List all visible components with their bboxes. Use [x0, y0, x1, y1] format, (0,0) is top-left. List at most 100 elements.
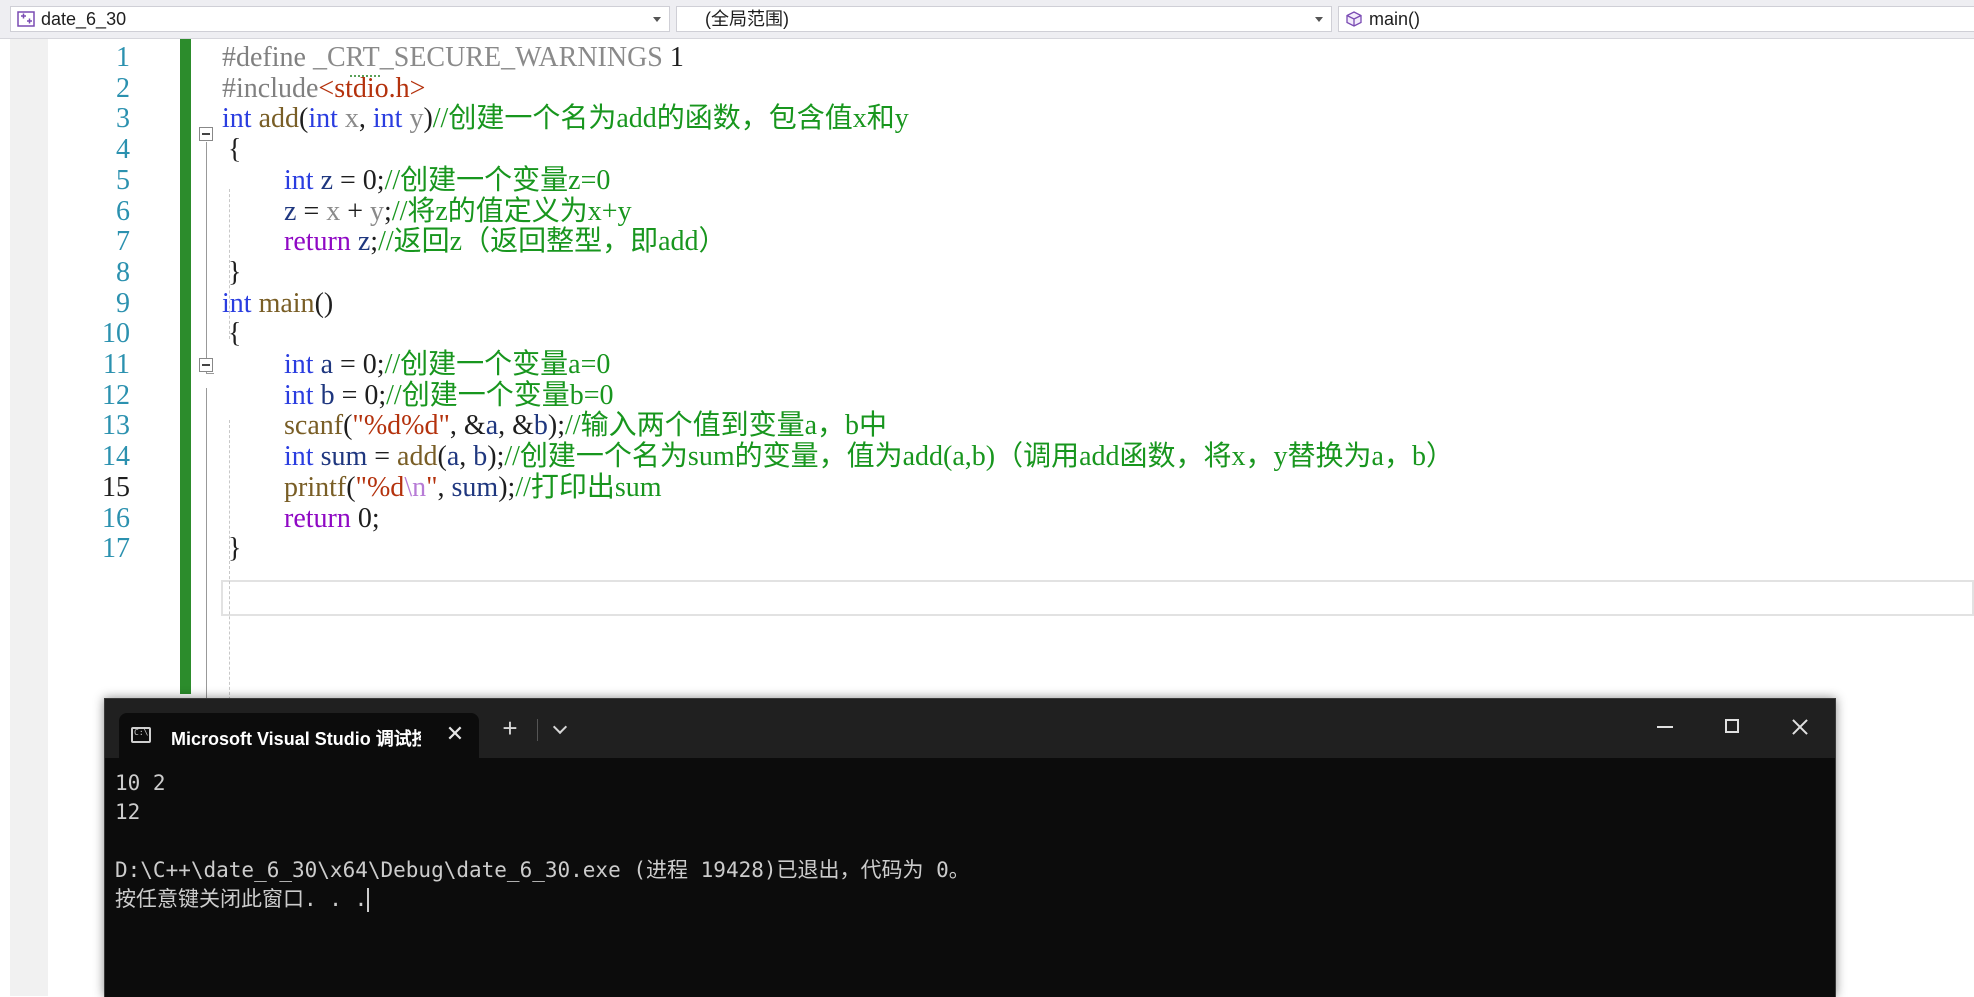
navigation-bar: date_6_30 (全局范围) main()	[0, 0, 1974, 39]
cube-icon	[1346, 11, 1362, 27]
code-token: int	[284, 379, 314, 411]
code-token: <stdio.h>	[318, 72, 426, 104]
code-token: z	[320, 164, 333, 196]
code-token: =	[367, 441, 398, 473]
code-token: b	[320, 379, 335, 411]
console-line: D:\C++\date_6_30\x64\Debug\date_6_30.exe…	[115, 856, 1825, 885]
code-token: , &	[449, 410, 486, 442]
code-token: (	[346, 471, 356, 503]
code-token: ,	[437, 471, 452, 503]
tab-title: Microsoft Visual Studio 调试控制台	[171, 729, 421, 749]
code-token: = 0;	[333, 164, 385, 196]
scope-dropdown[interactable]: (全局范围)	[676, 6, 1332, 32]
outline-bracket-end	[206, 373, 214, 374]
outline-bracket	[206, 142, 207, 374]
code-token: }	[228, 256, 242, 288]
code-token: );	[498, 471, 516, 503]
new-tab-button[interactable]: +	[495, 713, 525, 743]
text-cursor	[367, 888, 370, 912]
code-token: //返回z（返回整型，即add）	[378, 226, 727, 258]
code-token: \n	[404, 471, 427, 503]
code-line[interactable]: }	[228, 530, 241, 568]
indicator-margin[interactable]	[10, 39, 48, 996]
code-token: "%d%d"	[352, 410, 450, 442]
console-line: 12	[115, 798, 1825, 827]
code-token: = 0;	[333, 349, 385, 380]
code-token: z	[284, 195, 297, 227]
code-token: {	[228, 134, 242, 166]
debug-console-window[interactable]: Microsoft Visual Studio 调试控制台 ✕ + 10 2 12…	[104, 698, 1836, 997]
member-dropdown[interactable]: main()	[1338, 6, 1974, 32]
code-token: //创建一个变量b=0	[386, 379, 614, 411]
collapse-main-icon[interactable]	[199, 358, 213, 372]
code-token: 1	[662, 42, 684, 73]
code-token: =	[296, 195, 327, 227]
code-token: 0;	[350, 502, 380, 534]
code-token: ,	[459, 441, 474, 473]
code-token: z	[357, 226, 371, 258]
code-line[interactable]: return z;//返回z（返回整型，即add）	[284, 223, 727, 261]
code-token: ;	[370, 226, 379, 258]
maximize-button[interactable]	[1709, 709, 1755, 745]
close-window-button[interactable]	[1777, 709, 1823, 745]
outline-bracket	[206, 388, 207, 719]
code-token: //创建一个名为sum的变量，值为add(a,b)（调用add函数，将x，y替换…	[504, 441, 1454, 473]
tab-dropdown-icon[interactable]	[545, 713, 575, 743]
code-token: (	[343, 410, 353, 442]
code-token: ;	[384, 195, 392, 227]
code-token: , &	[498, 410, 534, 442]
scope-label: (全局范围)	[705, 9, 789, 29]
code-token: a	[320, 349, 333, 380]
change-tracking-bar	[180, 39, 191, 694]
code-token: //将z的值定义为x+y	[391, 195, 632, 227]
code-token: //创建一个变量z=0	[384, 164, 611, 196]
console-output[interactable]: 10 2 12 D:\C++\date_6_30\x64\Debug\date_6_…	[115, 769, 1825, 914]
collapse-add-icon[interactable]	[199, 127, 213, 141]
code-token: //创建一个变量a=0	[384, 349, 611, 380]
code-token: //创建一个名为add的函数，包含值x和y	[432, 103, 909, 135]
current-line-highlight	[221, 580, 1974, 616]
close-tab-icon[interactable]: ✕	[443, 722, 467, 746]
code-token: = 0;	[334, 379, 387, 411]
console-line: 按任意键关闭此窗口. . .	[115, 885, 1825, 914]
project-dropdown[interactable]: date_6_30	[10, 6, 670, 32]
console-text: 12	[115, 800, 141, 824]
code-line[interactable]: return 0;	[284, 500, 380, 538]
console-text: 按任意键关闭此窗口. . .	[115, 887, 368, 911]
code-token: int	[222, 287, 252, 319]
minimize-button[interactable]	[1641, 709, 1687, 745]
console-text: 10 2	[115, 771, 166, 795]
code-token: int	[308, 103, 338, 135]
console-tab[interactable]: Microsoft Visual Studio 调试控制台 ✕	[119, 713, 479, 758]
code-token: add	[397, 441, 438, 473]
code-token: return	[284, 502, 351, 534]
code-token: );	[487, 441, 505, 473]
code-token: _CRT_SECURE_WARNINGS	[312, 42, 663, 73]
code-line[interactable]: {	[228, 131, 241, 169]
code-token: #define	[222, 42, 313, 73]
code-token: y	[409, 103, 424, 135]
code-token: +	[340, 195, 371, 227]
code-token: x	[326, 195, 341, 227]
code-token: y	[370, 195, 385, 227]
code-token: sum	[451, 471, 499, 503]
code-token: {	[228, 318, 242, 350]
code-token: sum	[320, 441, 368, 473]
code-token: "	[426, 471, 438, 503]
code-line[interactable]: {	[228, 315, 241, 353]
code-token: ()	[314, 287, 334, 319]
code-token: add	[258, 103, 299, 135]
code-token: (	[437, 441, 447, 473]
chevron-down-icon	[653, 17, 661, 22]
code-line[interactable]: int add(int x, int y)//创建一个名为add的函数，包含值x…	[222, 100, 909, 138]
window-titlebar[interactable]: Microsoft Visual Studio 调试控制台 ✕ +	[105, 699, 1835, 758]
code-token: }	[228, 533, 242, 565]
code-token: b	[533, 410, 548, 442]
console-text: D:\C++\date_6_30\x64\Debug\date_6_30.exe…	[115, 858, 970, 882]
